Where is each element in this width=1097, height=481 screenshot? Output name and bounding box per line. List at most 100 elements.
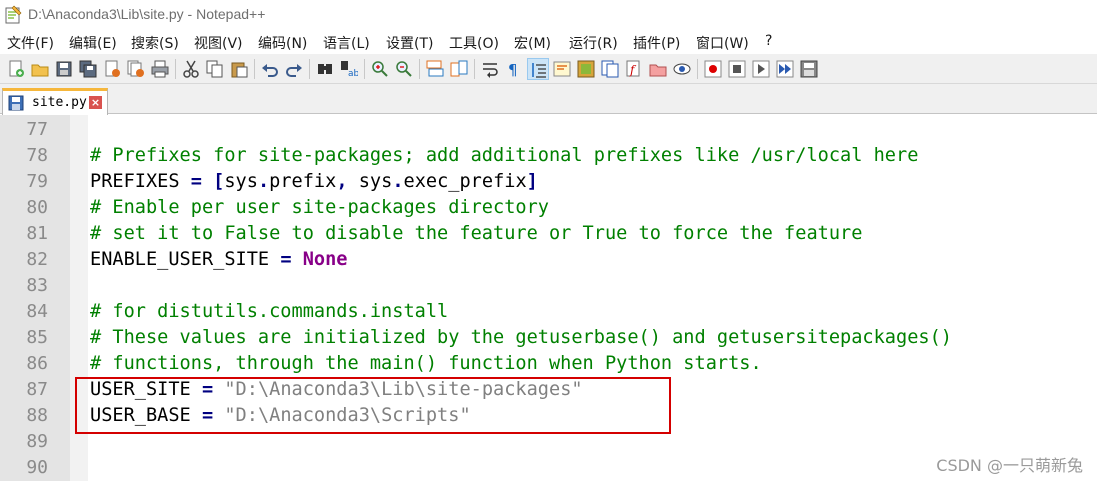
save-icon[interactable] — [53, 58, 75, 80]
save-all-icon[interactable] — [77, 58, 99, 80]
udl-icon[interactable] — [551, 58, 573, 80]
menu-edit[interactable]: 编辑(E) — [69, 33, 117, 53]
code-line[interactable]: 86 # functions, through the main() functi… — [0, 351, 1097, 377]
line-number: 81 — [26, 223, 48, 244]
code-token: # Enable per user site-packages director… — [90, 197, 549, 218]
play-macro-icon[interactable] — [750, 58, 772, 80]
code-line[interactable]: 83 — [0, 273, 1097, 299]
code-token: # for distutils.commands.install — [90, 301, 449, 322]
menu-tools[interactable]: 工具(O) — [449, 33, 499, 53]
line-number: 85 — [26, 327, 48, 348]
copy-icon[interactable] — [204, 58, 226, 80]
monitor-icon[interactable] — [671, 58, 693, 80]
code-line[interactable]: 77 — [0, 117, 1097, 143]
code-text: # Prefixes for site-packages; add additi… — [90, 143, 918, 169]
new-file-icon[interactable] — [5, 58, 27, 80]
code-line[interactable]: 80 # Enable per user site-packages direct… — [0, 195, 1097, 221]
code-line[interactable]: 82 ENABLE_USER_SITE = None — [0, 247, 1097, 273]
line-number: 89 — [26, 431, 48, 452]
line-number: 78 — [26, 145, 48, 166]
cut-icon[interactable] — [180, 58, 202, 80]
menu-file[interactable]: 文件(F) — [7, 33, 54, 53]
find-icon[interactable] — [314, 58, 336, 80]
menu-search[interactable]: 搜索(S) — [131, 33, 179, 53]
close-all-icon[interactable] — [125, 58, 147, 80]
sync-horizontal-icon[interactable] — [448, 58, 470, 80]
line-number: 87 — [26, 379, 48, 400]
menu-language[interactable]: 语言(L) — [323, 33, 370, 53]
code-line[interactable]: 90 — [0, 455, 1097, 481]
tab-bar: site.py × — [0, 84, 1097, 115]
code-line[interactable]: 81 # set it to False to disable the featu… — [0, 221, 1097, 247]
menu-settings[interactable]: 设置(T) — [386, 33, 433, 53]
menu-macro[interactable]: 宏(M) — [514, 33, 551, 53]
code-token: . — [392, 171, 404, 192]
function-list-icon[interactable] — [599, 58, 621, 80]
code-token: ] — [526, 171, 538, 192]
line-number: 86 — [26, 353, 48, 374]
line-number: 84 — [26, 301, 48, 322]
code-token: = — [190, 171, 202, 192]
code-token: # Prefixes for site-packages; add additi… — [90, 145, 919, 166]
code-line[interactable]: 85 # These values are initialized by the … — [0, 325, 1097, 351]
undo-icon[interactable] — [259, 58, 281, 80]
code-line[interactable]: 78 # Prefixes for site-packages; add addi… — [0, 143, 1097, 169]
redo-icon[interactable] — [283, 58, 305, 80]
code-token: # set it to False to disable the feature… — [90, 223, 863, 244]
code-token: = — [280, 249, 292, 270]
menu-view[interactable]: 视图(V) — [194, 33, 243, 53]
zoom-in-icon[interactable] — [369, 58, 391, 80]
code-token: # These values are initialized by the ge… — [90, 327, 952, 348]
folder-as-workspace-icon[interactable] — [647, 58, 669, 80]
tab-close-icon[interactable]: × — [89, 96, 102, 109]
menu-window[interactable]: 窗口(W) — [696, 33, 749, 53]
code-token: prefix — [269, 171, 337, 192]
menu-bar: 文件(F) 编辑(E) 搜索(S) 视图(V) 编码(N) 语言(L) 设置(T… — [0, 30, 1097, 54]
code-line[interactable]: 79 PREFIXES = [sys.prefix, sys.exec_prefi… — [0, 169, 1097, 195]
code-text: # set it to False to disable the feature… — [90, 221, 862, 247]
code-token: exec_prefix — [403, 171, 527, 192]
show-all-chars-icon[interactable]: ¶ — [503, 58, 525, 80]
zoom-out-icon[interactable] — [393, 58, 415, 80]
open-file-icon[interactable] — [29, 58, 51, 80]
code-token: ENABLE_USER_SITE — [90, 249, 281, 270]
saved-file-icon — [8, 95, 24, 111]
code-token: None — [302, 249, 348, 270]
menu-encoding[interactable]: 编码(N) — [258, 33, 307, 53]
tab-site-py[interactable]: site.py × — [2, 88, 108, 115]
line-number: 82 — [26, 249, 48, 270]
line-number: 83 — [26, 275, 48, 296]
menu-plugins[interactable]: 插件(P) — [633, 33, 680, 53]
replace-icon[interactable]: ab — [338, 58, 360, 80]
menu-help[interactable]: ? — [765, 33, 772, 49]
code-text: PREFIXES = [sys.prefix, sys.exec_prefix] — [90, 169, 538, 195]
highlight-annotation-box — [75, 377, 671, 434]
code-token: . — [257, 171, 270, 192]
code-token: sys — [224, 171, 258, 192]
sync-vertical-icon[interactable] — [424, 58, 446, 80]
menu-run[interactable]: 运行(R) — [569, 33, 618, 53]
toolbar: ab ¶ f — [0, 54, 1097, 84]
indent-guide-icon[interactable] — [527, 58, 549, 80]
paste-icon[interactable] — [228, 58, 250, 80]
folder-workspace-icon[interactable]: f — [623, 58, 645, 80]
code-text: # Enable per user site-packages director… — [90, 195, 549, 221]
play-multiple-icon[interactable] — [774, 58, 796, 80]
watermark: CSDN @一只萌新兔 — [936, 456, 1083, 475]
line-number: 79 — [26, 171, 48, 192]
code-token: sys — [347, 171, 393, 192]
code-token: PREFIXES — [90, 171, 191, 192]
code-token: , — [336, 171, 348, 192]
save-macro-icon[interactable] — [798, 58, 820, 80]
record-macro-icon[interactable] — [702, 58, 724, 80]
code-line[interactable]: 84 # for distutils.commands.install — [0, 299, 1097, 325]
doc-map-icon[interactable] — [575, 58, 597, 80]
word-wrap-icon[interactable] — [479, 58, 501, 80]
close-icon[interactable] — [101, 58, 123, 80]
line-number: 77 — [26, 119, 48, 140]
window-title: D:\Anaconda3\Lib\site.py - Notepad++ — [28, 6, 266, 22]
print-icon[interactable] — [149, 58, 171, 80]
stop-macro-icon[interactable] — [726, 58, 748, 80]
